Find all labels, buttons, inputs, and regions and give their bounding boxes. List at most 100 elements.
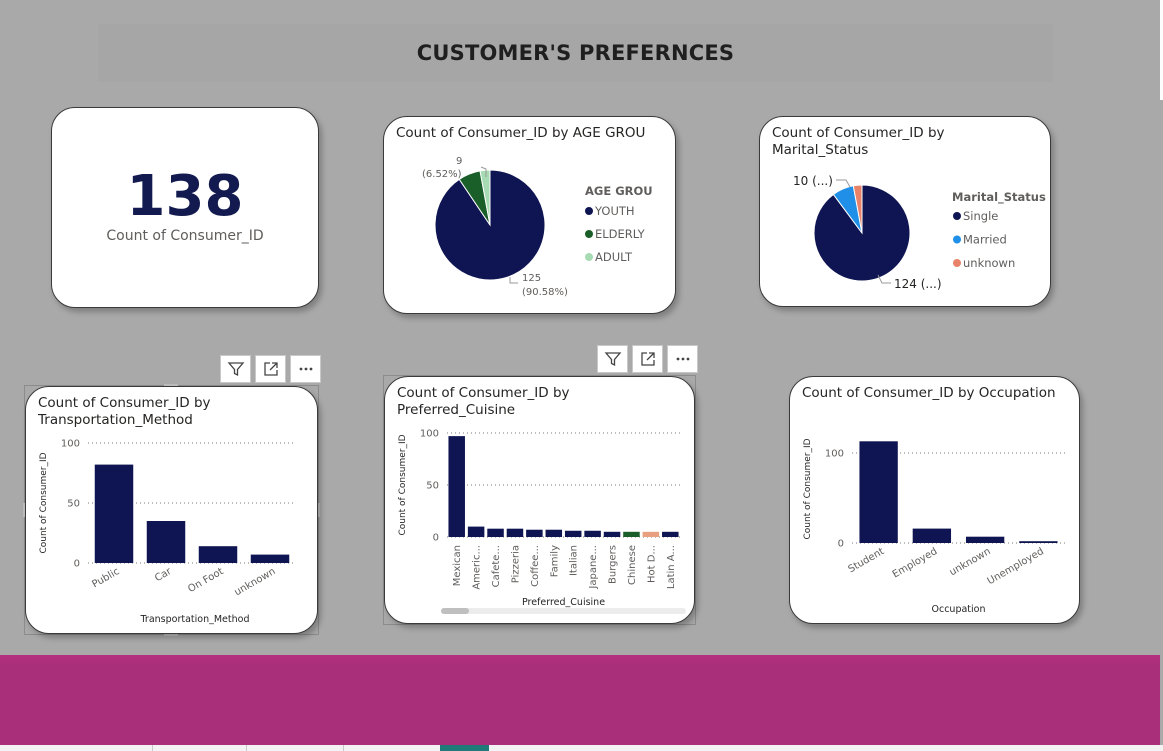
pie-data-label: 125: [522, 273, 541, 284]
page-tabs-bar: [0, 745, 1163, 751]
bar-coffee-[interactable]: [526, 529, 543, 537]
x-axis-title: Transportation_Method: [140, 614, 250, 625]
bar-unemployed[interactable]: [1019, 541, 1058, 543]
occupation-bar-svg: 100 0Student Employed unknownUnemployed Occu…: [803, 438, 1065, 615]
transportation-bar-card[interactable]: Count of Consumer_ID by Transportation_M…: [25, 386, 318, 634]
bar-public[interactable]: [94, 464, 134, 563]
y-tick-label: 50: [426, 481, 439, 492]
x-tick-label: Burgers: [608, 545, 619, 584]
visual-header-toolbar: [597, 345, 698, 373]
page-tab-separator: [343, 745, 344, 751]
age-group-pie-card[interactable]: Count of Consumer_ID by AGE GROU 9 (6.52…: [383, 116, 676, 314]
bar-italian[interactable]: [564, 530, 582, 537]
cuisine-bar-svg: 100 50 0 Mexican Americ... Cafete... Pizzeria C…: [398, 429, 680, 608]
transport-bar-svg: 100 50 0 Public Car On Foot unknown Transportat…: [39, 439, 296, 625]
bar-employed[interactable]: [912, 528, 952, 543]
page-title: CUSTOMER'S PREFERNCES: [416, 41, 735, 65]
bar-family[interactable]: [545, 529, 563, 537]
bar-car[interactable]: [146, 521, 186, 563]
x-tick-label: Mexican: [452, 545, 463, 586]
y-tick-label: 100: [825, 449, 844, 460]
y-tick-label: 100: [420, 429, 439, 440]
x-tick-label: Latin A...: [666, 545, 677, 589]
bar-cafete-[interactable]: [487, 528, 504, 537]
x-tick-label: Italian: [569, 545, 580, 576]
horizontal-scrollbar-track[interactable]: [441, 608, 686, 614]
x-tick-label: Pizzeria: [510, 545, 521, 583]
legend-item-elderly[interactable]: ELDERLY: [595, 227, 646, 241]
legend-item-unknown[interactable]: unknown: [963, 256, 1015, 270]
bar-latin-a-[interactable]: [662, 531, 679, 537]
x-tick-label: Chinese: [627, 545, 638, 585]
label-leader-line: [509, 277, 518, 284]
page-tab-separator: [246, 745, 247, 751]
x-tick-label: Americ...: [472, 545, 483, 590]
legend-item-youth[interactable]: YOUTH: [594, 204, 635, 218]
more-options-button[interactable]: [667, 345, 698, 373]
bar-japane-[interactable]: [584, 530, 601, 537]
bar-on-foot[interactable]: [198, 546, 238, 563]
x-tick-label: On Foot: [186, 566, 225, 595]
focus-mode-button[interactable]: [255, 355, 286, 383]
filter-icon: [604, 352, 621, 367]
legend-title: AGE GROU: [585, 184, 653, 198]
x-tick-label: Employed: [891, 546, 940, 580]
x-tick-label: unknown: [233, 566, 278, 598]
occupation-bar-card[interactable]: Count of Consumer_ID by Occupation 100 0 S…: [789, 376, 1080, 624]
marital-status-pie-card[interactable]: Count of Consumer_ID by Marital_Status 1…: [759, 116, 1051, 307]
legend-marker: [585, 253, 593, 261]
bar-mexican[interactable]: [448, 436, 465, 537]
bar-chinese[interactable]: [623, 531, 640, 537]
page-tab-active[interactable]: [440, 745, 489, 751]
x-tick-label: Hot D...: [646, 545, 657, 583]
more-options-button[interactable]: [290, 355, 321, 383]
bar-burgers[interactable]: [603, 531, 621, 537]
filter-icon: [227, 362, 244, 377]
legend-marker: [953, 259, 961, 267]
horizontal-scrollbar-thumb[interactable]: [441, 608, 469, 614]
pie-data-label: (90.58%): [522, 287, 568, 298]
legend-marker: [585, 230, 593, 238]
filter-button[interactable]: [597, 345, 628, 373]
x-tick-label: Car: [153, 566, 174, 585]
y-tick-label: 0: [74, 559, 80, 570]
focus-mode-icon: [640, 352, 655, 366]
visual-header-toolbar: [220, 355, 321, 383]
pie-data-label: 9: [456, 156, 462, 167]
legend-item-married[interactable]: Married: [963, 233, 1007, 247]
page-title-banner: CUSTOMER'S PREFERNCES: [98, 24, 1053, 82]
pie-data-label: 124 (...): [894, 277, 942, 291]
legend-marker: [953, 235, 961, 244]
page-tab-separator: [152, 745, 153, 751]
x-tick-label: unknown: [948, 546, 993, 578]
y-tick-label: 0: [838, 539, 844, 550]
cuisine-bar-card[interactable]: Count of Consumer_ID by Preferred_Cuisin…: [384, 376, 695, 624]
x-tick-label: Coffee...: [530, 545, 541, 587]
y-tick-label: 50: [67, 499, 80, 510]
bar-hot-d-[interactable]: [642, 531, 660, 537]
x-tick-label: Japane...: [588, 545, 599, 590]
legend-item-adult[interactable]: ADULT: [595, 250, 633, 264]
x-tick-label: Family: [549, 545, 560, 577]
kpi-card[interactable]: 138 Count of Consumer_ID: [51, 107, 319, 308]
marital-pie-svg: 10 (...) 124 (...) Marital_Status Single…: [793, 174, 1046, 291]
bar-student[interactable]: [859, 441, 898, 543]
x-axis-title: Preferred_Cuisine: [522, 597, 605, 608]
pie-data-label: (6.52%): [422, 169, 462, 180]
bar-pizzeria[interactable]: [506, 528, 524, 537]
x-tick-label: Student: [847, 546, 887, 575]
bar-americ-[interactable]: [467, 526, 485, 537]
more-options-icon: [299, 367, 312, 371]
y-axis-title: Count of Consumer_ID: [803, 438, 813, 539]
label-leader-line: [836, 179, 851, 188]
bar-unknown[interactable]: [965, 536, 1005, 543]
filter-button[interactable]: [220, 355, 251, 383]
more-options-icon: [676, 357, 689, 361]
bar-unknown[interactable]: [250, 554, 290, 563]
legend-item-single[interactable]: Single: [963, 209, 998, 223]
focus-mode-button[interactable]: [632, 345, 663, 373]
kpi-value: 138: [126, 164, 244, 229]
y-axis-title: Count of Consumer_ID: [39, 452, 49, 553]
kpi-label: Count of Consumer_ID: [106, 228, 264, 244]
x-tick-label: Unemployed: [986, 546, 1046, 587]
